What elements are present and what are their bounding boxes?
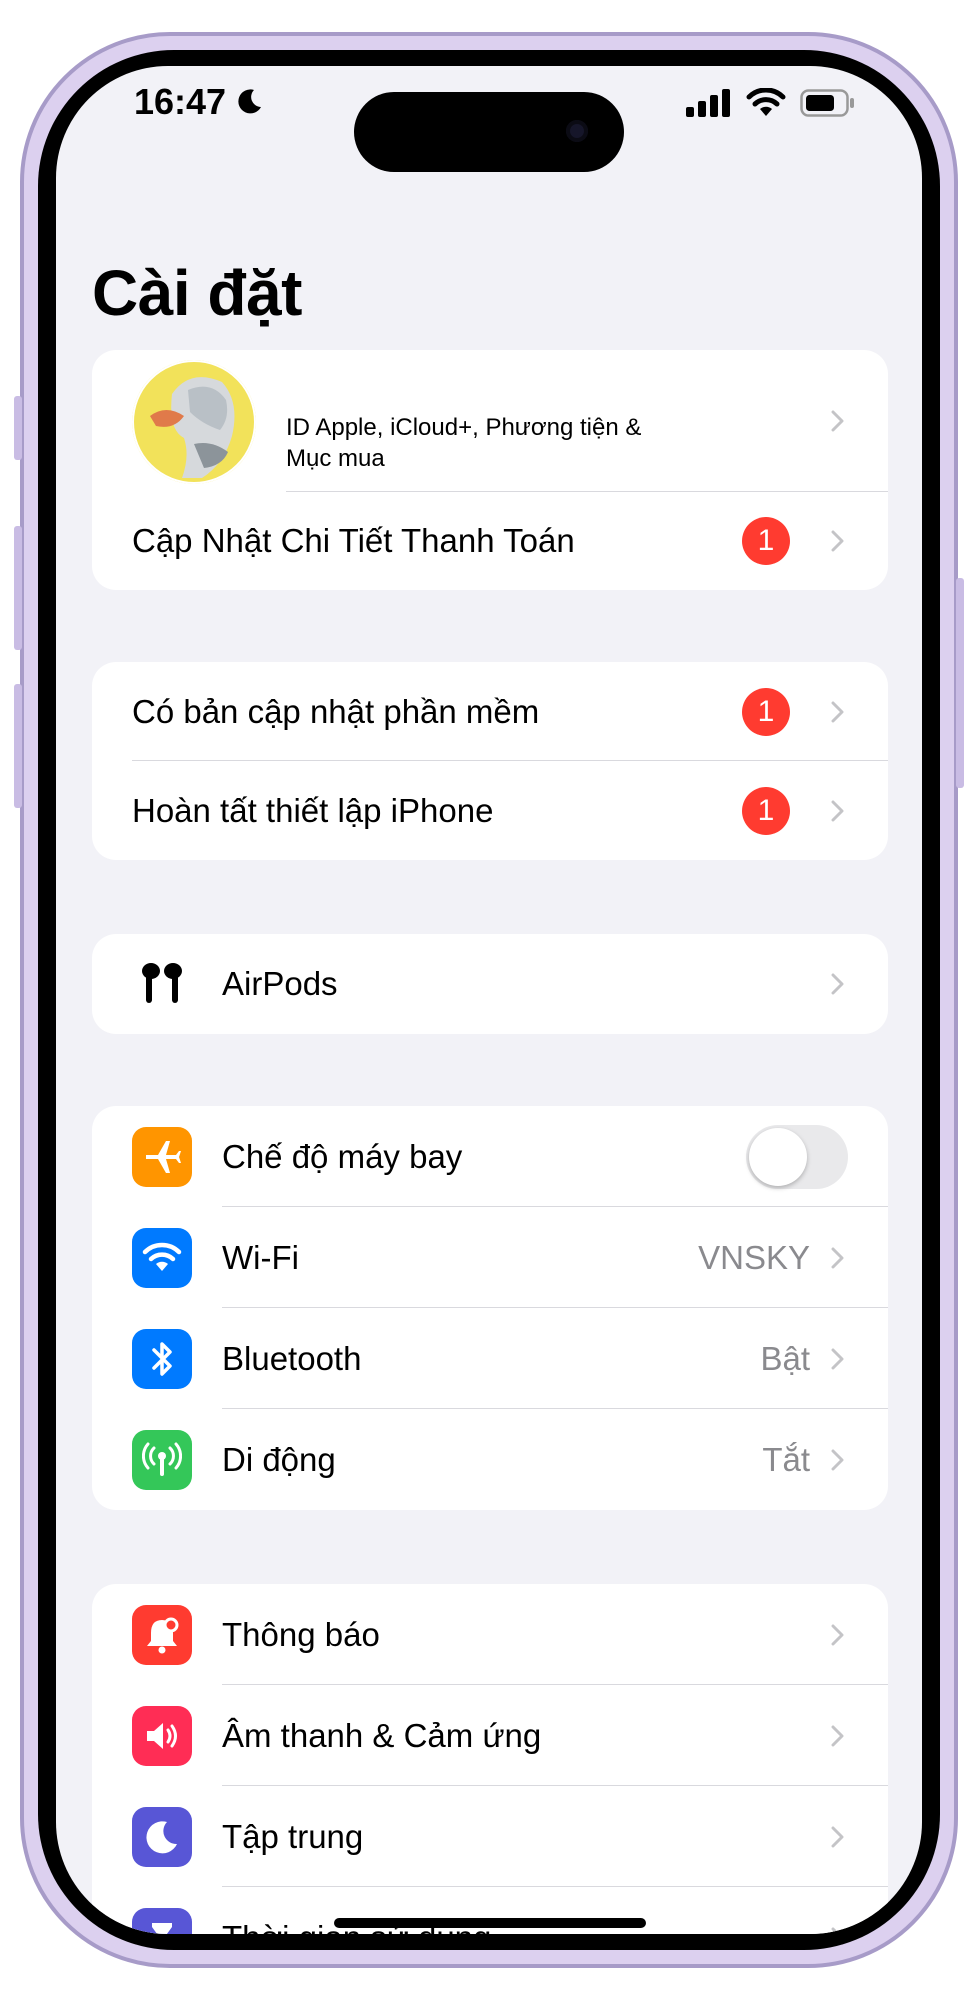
- connectivity-group: Chế độ máy bay Wi-Fi VNSKY Bluetooth Bật…: [92, 1106, 888, 1510]
- cellular-label: Di động: [222, 1440, 336, 1478]
- account-group: ID Apple, iCloud+, Phương tiện & Mục mua…: [92, 350, 888, 590]
- chevron-right-icon: [831, 701, 844, 722]
- notification-badge: 1: [742, 786, 790, 835]
- signal-icon: [686, 89, 730, 117]
- finish-setup-label: Hoàn tất thiết lập iPhone: [132, 791, 494, 829]
- page-title: Cài đặt: [92, 257, 302, 329]
- cellular-row[interactable]: Di động Tắt: [92, 1409, 888, 1510]
- moon-icon: [238, 89, 262, 114]
- hourglass-icon: [132, 1907, 192, 1934]
- wifi-row[interactable]: Wi-Fi VNSKY: [92, 1207, 888, 1308]
- camera-icon: [566, 120, 588, 142]
- focus-row[interactable]: Tập trung: [92, 1786, 888, 1887]
- airplane-icon: [132, 1126, 192, 1187]
- chevron-right-icon: [831, 1449, 844, 1470]
- bluetooth-status-value: Bật: [760, 1339, 810, 1377]
- battery-icon: [800, 89, 854, 117]
- status-time: 16:47: [134, 84, 264, 120]
- finish-setup-row[interactable]: Hoàn tất thiết lập iPhone 1: [92, 761, 888, 860]
- bluetooth-row[interactable]: Bluetooth Bật: [92, 1308, 888, 1409]
- avatar: [132, 360, 256, 484]
- action-button: [14, 396, 22, 460]
- chevron-right-icon: [831, 1927, 841, 1934]
- speaker-icon: [132, 1705, 192, 1766]
- software-update-row[interactable]: Có bản cập nhật phần mềm 1: [92, 662, 888, 761]
- dynamic-island: [354, 92, 624, 172]
- antenna-icon: [132, 1429, 192, 1490]
- bell-icon: [132, 1604, 192, 1665]
- notifications-label: Thông báo: [222, 1615, 380, 1653]
- payment-details-row[interactable]: Cập Nhật Chi Tiết Thanh Toán 1: [92, 492, 888, 590]
- software-update-label: Có bản cập nhật phần mềm: [132, 692, 540, 730]
- sounds-haptics-row[interactable]: Âm thanh & Cảm ứng: [92, 1685, 888, 1786]
- screen: 16:47 Cài đặt ID Apple, iCloud+, Phương …: [56, 66, 922, 1934]
- sounds-haptics-label: Âm thanh & Cảm ứng: [222, 1716, 542, 1754]
- chevron-right-icon: [831, 1247, 844, 1268]
- wifi-label: Wi-Fi: [222, 1238, 299, 1276]
- toggle-knob: [749, 1127, 807, 1186]
- chevron-right-icon: [831, 1624, 844, 1645]
- bluetooth-label: Bluetooth: [222, 1339, 362, 1377]
- notification-badge: 1: [742, 517, 790, 565]
- status-indicators: [686, 88, 856, 118]
- notifications-group: Thông báo Âm thanh & Cảm ứng Tập trung: [92, 1584, 888, 1934]
- wifi-network-value: VNSKY: [698, 1238, 810, 1276]
- updates-group: Có bản cập nhật phần mềm 1 Hoàn tất thiế…: [92, 662, 888, 860]
- chevron-right-icon: [831, 800, 844, 821]
- volume-down-button: [14, 684, 22, 808]
- airplane-mode-label: Chế độ máy bay: [222, 1137, 463, 1175]
- airplane-mode-toggle[interactable]: [746, 1124, 848, 1189]
- chevron-right-icon: [831, 1348, 844, 1369]
- airpods-group: AirPods: [92, 934, 888, 1034]
- payment-details-label: Cập Nhật Chi Tiết Thanh Toán: [132, 522, 575, 559]
- wifi-icon: [746, 88, 786, 116]
- notification-badge: 1: [742, 687, 790, 736]
- wifi-icon: [132, 1227, 192, 1288]
- airplane-mode-row: Chế độ máy bay: [92, 1106, 888, 1207]
- apple-id-subtitle: ID Apple, iCloud+, Phương tiện & Mục mua: [286, 414, 642, 472]
- power-button: [956, 578, 964, 788]
- chevron-right-icon: [831, 410, 844, 432]
- focus-label: Tập trung: [222, 1817, 364, 1855]
- notifications-row[interactable]: Thông báo: [92, 1584, 888, 1685]
- bluetooth-icon: [132, 1328, 192, 1389]
- moon-icon: [132, 1806, 192, 1867]
- chevron-right-icon: [831, 973, 844, 995]
- airpods-icon: [132, 954, 192, 1014]
- airpods-row[interactable]: AirPods: [92, 934, 888, 1034]
- apple-id-row[interactable]: ID Apple, iCloud+, Phương tiện & Mục mua: [92, 350, 888, 492]
- chevron-right-icon: [831, 1725, 844, 1746]
- chevron-right-icon: [831, 1826, 844, 1847]
- volume-up-button: [14, 526, 22, 650]
- cellular-status-value: Tắt: [762, 1440, 810, 1478]
- home-indicator[interactable]: [334, 1918, 646, 1928]
- chevron-right-icon: [831, 530, 844, 552]
- airpods-label: AirPods: [222, 965, 338, 1002]
